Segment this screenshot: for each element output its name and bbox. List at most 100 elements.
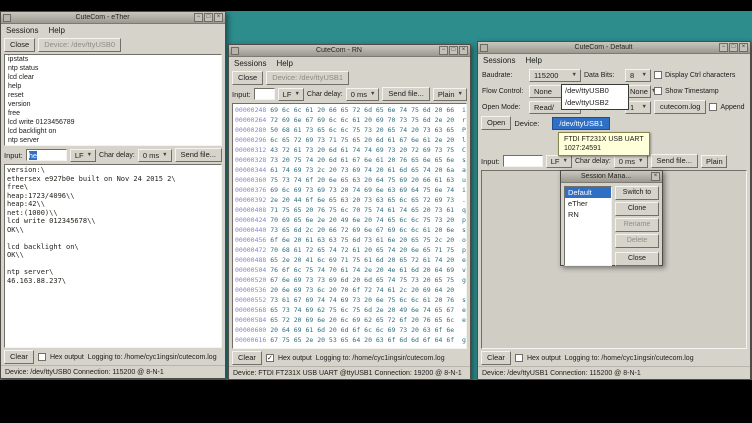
session-item[interactable]: eTher [565,198,611,209]
history-item[interactable]: reset [5,91,221,100]
close-icon[interactable]: × [459,46,468,55]
history-item[interactable]: ntp server [5,136,221,145]
device-dropdown-list[interactable]: /dev/ttyUSB0/dev/ttyUSB2 [561,84,629,110]
device-option[interactable]: /dev/ttyUSB0 [562,85,628,97]
device-button[interactable]: Device: /dev/ttyUSB0 [38,38,121,52]
hex-line: 00000424 70 69 65 6e 2e 20 49 6e 20 74 6… [235,215,464,225]
open-mode-label: Open Mode: [482,104,526,111]
display-mode-select[interactable]: Plain [701,155,727,168]
logfile-button[interactable]: cutecom.log [654,100,706,114]
open-button[interactable]: Open [481,116,511,130]
hex-line: 00000456 6f 6e 20 61 63 63 75 6d 73 61 6… [235,235,464,245]
window-menu-icon[interactable] [480,44,488,52]
menu-sessions[interactable]: Sessions [234,59,266,68]
menu-help[interactable]: Help [48,26,64,35]
hex-output-checkbox[interactable] [38,353,46,361]
char-delay-select[interactable]: 0 ms▼ [346,88,380,101]
history-item[interactable]: ipstats [5,55,221,64]
char-delay-select[interactable]: 0 ms▼ [614,155,648,168]
close-icon[interactable]: × [739,43,748,52]
history-item[interactable]: help [5,82,221,91]
hex-line: 00000376 69 6c 69 73 69 73 20 74 69 6e 6… [235,185,464,195]
input-field[interactable]: he [26,149,67,161]
titlebar[interactable]: CuteCom - eTher − □ × [1,12,225,24]
eol-select[interactable]: LF▼ [546,155,572,168]
close-button[interactable]: Close [615,252,659,266]
minimize-icon[interactable]: − [719,43,728,52]
clear-button[interactable]: Clear [4,350,34,364]
history-item[interactable]: lcd clear [5,73,221,82]
titlebar[interactable]: CuteCom - Default − □ × [478,42,750,54]
titlebar[interactable]: Session Mana... × [561,171,662,183]
history-item[interactable]: ntp status [5,64,221,73]
history-item[interactable]: lcd backlight on [5,127,221,136]
device-select[interactable]: /dev/ttyUSB1 [552,117,610,130]
clear-button[interactable]: Clear [481,351,511,365]
eol-select[interactable]: LF▼ [278,88,304,101]
char-delay-value: 0 ms [619,157,635,166]
history-item[interactable]: lcd write 0123456789 [5,118,221,127]
maximize-icon[interactable]: □ [204,13,213,22]
status-bar: Device: /dev/ttyUSB1 Connection: 115200 … [478,366,750,379]
stopbits-value: 1 [630,103,634,112]
eol-select[interactable]: LF▼ [70,149,96,162]
clone-button[interactable]: Clone [615,202,659,216]
chevron-down-icon: ▼ [563,158,568,164]
menu-sessions[interactable]: Sessions [6,26,38,35]
send-file-button[interactable]: Send file... [175,148,222,162]
device-label: Device: [272,73,297,82]
close-button[interactable]: Close [4,38,35,52]
show-timestamp-checkbox[interactable] [654,87,662,95]
hex-output-checkbox[interactable] [515,354,523,362]
hex-output-checkbox[interactable]: ✓ [266,354,274,362]
display-mode-select[interactable]: Plain▼ [433,88,467,101]
dialog-body: DefaulteTherRN Switch to Clone Rename De… [561,183,662,269]
rename-button[interactable]: Rename [615,218,659,232]
command-history-list[interactable]: ipstatsntp statuslcd clearhelpresetversi… [4,54,222,146]
switch-to-button[interactable]: Switch to [615,186,659,200]
minimize-icon[interactable]: − [194,13,203,22]
hex-line: 00000504 76 6f 6c 75 74 70 61 74 2e 20 4… [235,265,464,275]
close-icon[interactable]: × [214,13,223,22]
hex-line: 00000312 43 72 61 73 20 6d 61 74 74 69 7… [235,145,464,155]
status-bar: Device: /dev/ttyUSB0 Connection: 115200 … [1,365,225,378]
titlebar[interactable]: CuteCom - RN − □ × [229,45,470,57]
clear-button[interactable]: Clear [232,351,262,365]
hex-line: 00000248 69 6c 6c 61 20 66 65 72 6d 65 6… [235,105,464,115]
session-list[interactable]: DefaulteTherRN [564,186,612,266]
device-button[interactable]: Device: /dev/ttyUSB1 [266,71,349,85]
input-field[interactable] [503,155,543,167]
send-file-button[interactable]: Send file... [382,87,429,101]
menu-sessions[interactable]: Sessions [483,56,515,65]
send-file-button[interactable]: Send file... [651,154,698,168]
chevron-down-icon: ▼ [162,152,167,158]
hex-output-area[interactable]: 00000248 69 6c 6c 61 20 66 65 72 6d 65 6… [232,103,467,349]
session-item[interactable]: Default [565,187,611,198]
databits-select[interactable]: 8▼ [625,69,651,82]
menu-help[interactable]: Help [276,59,292,68]
output-area[interactable]: version:\ ethersex e927b0e built on Nov … [4,164,222,348]
window-menu-icon[interactable] [3,14,11,22]
device-option[interactable]: /dev/ttyUSB2 [562,97,628,109]
logging-path[interactable]: Logging to: /home/cyc1ingsir/cutecom.log [88,354,217,361]
history-item[interactable]: version [5,100,221,109]
logging-path[interactable]: Logging to: /home/cyc1ingsir/cutecom.log [316,355,445,362]
close-button[interactable]: Close [232,71,263,85]
menu-help[interactable]: Help [525,56,541,65]
minimize-icon[interactable]: − [439,46,448,55]
ctrl-chars-checkbox[interactable] [654,71,662,79]
delete-button[interactable]: Delete [615,234,659,248]
logging-path[interactable]: Logging to: /home/cyc1ingsir/cutecom.log [565,355,694,362]
window-menu-icon[interactable] [231,47,239,55]
append-checkbox[interactable] [709,103,717,111]
hex-line: 00000408 71 75 65 20 76 75 6c 70 75 74 6… [235,205,464,215]
baudrate-select[interactable]: 115200▼ [529,69,581,82]
close-icon[interactable]: × [651,172,660,181]
maximize-icon[interactable]: □ [449,46,458,55]
session-item[interactable]: RN [565,209,611,220]
device-tab-row: Open Device: /dev/ttyUSB1 [478,115,750,131]
history-item[interactable]: free [5,109,221,118]
char-delay-select[interactable]: 0 ms▼ [138,149,172,162]
maximize-icon[interactable]: □ [729,43,738,52]
input-field[interactable] [254,88,275,100]
